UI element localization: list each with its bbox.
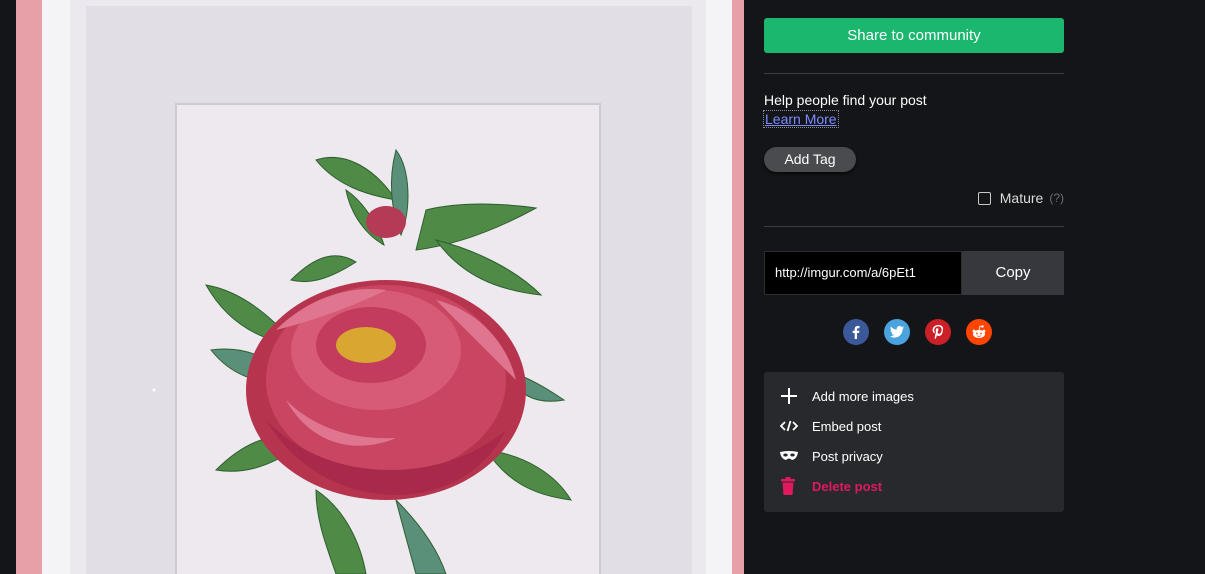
imgur-post-page: Share to community Help people find your… (0, 0, 1205, 574)
post-privacy-item[interactable]: Post privacy (780, 445, 883, 467)
embed-post-label: Embed post (812, 418, 882, 434)
twitter-share-icon[interactable] (884, 319, 910, 345)
learn-more-link[interactable]: Learn More (763, 110, 839, 128)
embed-post-item[interactable]: Embed post (780, 415, 881, 437)
mature-label[interactable]: Mature (1000, 190, 1044, 206)
add-more-images-label: Add more images (812, 388, 914, 404)
plus-icon (780, 386, 804, 406)
divider (764, 226, 1064, 227)
share-to-community-button[interactable]: Share to community (764, 18, 1064, 53)
facebook-share-icon[interactable] (843, 319, 869, 345)
trash-icon (780, 476, 804, 496)
copy-link-button[interactable]: Copy (962, 251, 1064, 295)
social-share-buttons (843, 319, 992, 345)
reddit-share-icon[interactable] (966, 319, 992, 345)
mask-icon (780, 446, 804, 466)
mature-toggle: Mature (?) (977, 190, 1064, 206)
pinterest-share-icon[interactable] (925, 319, 951, 345)
peony-painting-image (16, 0, 744, 574)
add-tag-button[interactable]: Add Tag (764, 147, 856, 172)
post-image[interactable] (16, 0, 744, 574)
post-actions-menu: Add more images Embed post Post privacy … (764, 372, 1064, 512)
share-link-row: http://imgur.com/a/6pEt1 Copy (764, 251, 1064, 295)
code-icon (780, 416, 804, 436)
delete-post-label: Delete post (812, 478, 883, 494)
post-url-field[interactable]: http://imgur.com/a/6pEt1 (764, 251, 962, 295)
divider (764, 73, 1064, 74)
mature-checkbox[interactable] (977, 191, 991, 205)
mature-help-link[interactable]: (?) (1049, 191, 1064, 205)
tag-help-text: Help people find your post (764, 92, 927, 108)
post-privacy-label: Post privacy (812, 448, 883, 464)
add-more-images-item[interactable]: Add more images (780, 385, 914, 407)
delete-post-item[interactable]: Delete post (780, 475, 882, 497)
